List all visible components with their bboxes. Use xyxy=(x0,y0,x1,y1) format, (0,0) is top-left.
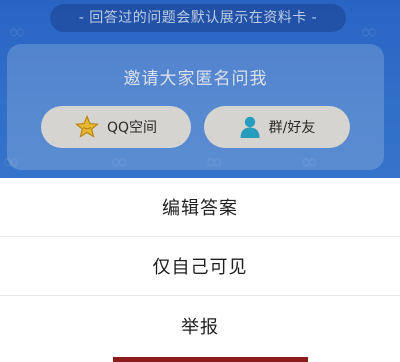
report-option[interactable]: 举报 xyxy=(0,296,400,355)
report-label: 举报 xyxy=(181,316,219,338)
edit-answer-label: 编辑答案 xyxy=(162,198,238,219)
action-sheet: 编辑答案 仅自己可见 举报 xyxy=(0,178,400,362)
modal-dim-overlay[interactable] xyxy=(0,0,400,178)
bottom-accent-bar xyxy=(113,357,308,362)
only-me-visible-option[interactable]: 仅自己可见 xyxy=(0,237,400,296)
only-me-visible-label: 仅自己可见 xyxy=(152,257,248,278)
edit-answer-option[interactable]: 编辑答案 xyxy=(0,178,400,237)
